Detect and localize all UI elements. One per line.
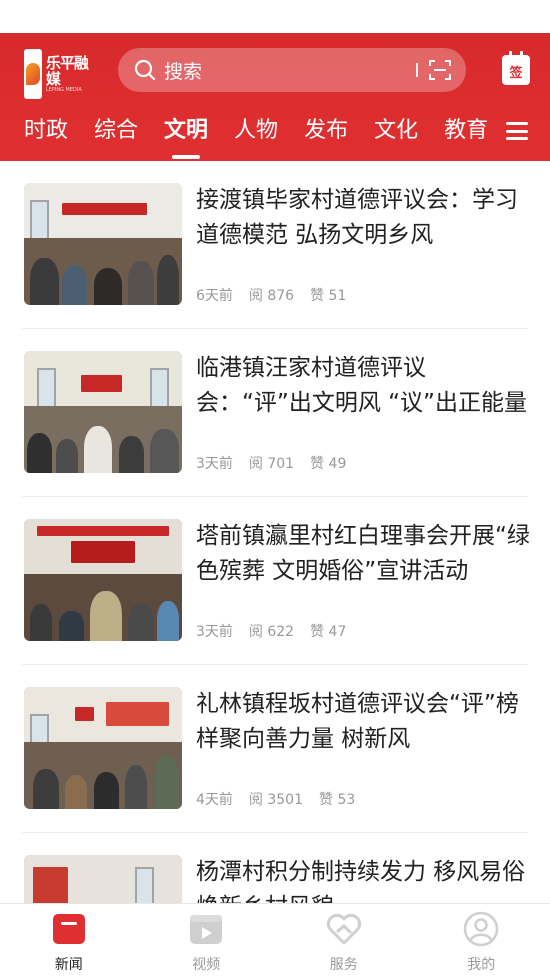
- tab-fabu[interactable]: 发布: [304, 113, 348, 149]
- search-divider: [416, 63, 418, 77]
- article-thumbnail: [24, 687, 182, 809]
- article-thumbnail: [24, 183, 182, 305]
- article-reads: 阅 3501: [248, 792, 304, 808]
- search-icon: [134, 59, 156, 81]
- profile-icon: [464, 911, 499, 947]
- article-meta: 4天前 阅 3501 赞 53: [196, 789, 355, 809]
- article-meta: 3天前 阅 701 赞 49: [196, 453, 346, 473]
- search-bar[interactable]: 搜索: [118, 48, 466, 92]
- article-reads: 阅 876: [248, 288, 295, 304]
- article-likes: 赞 47: [310, 624, 347, 640]
- tab-jiaoyu[interactable]: 教育: [444, 113, 488, 149]
- nav-service[interactable]: 服务: [275, 904, 413, 979]
- tab-renwu[interactable]: 人物: [234, 113, 278, 149]
- article-time: 4天前: [196, 792, 233, 808]
- category-tabs: 时政 综合 文明 人物 发布 文化 教育: [0, 113, 550, 159]
- article-meta: 6天前 阅 876 赞 51: [196, 285, 346, 305]
- nav-news[interactable]: 新闻: [0, 904, 138, 979]
- article-title: 接渡镇毕家村道德评议会：学习道德模范 弘扬文明乡风: [196, 187, 518, 248]
- list-item[interactable]: 临港镇汪家村道德评议会：“评”出文明风 “议”出正能量 3天前 阅 701 赞 …: [22, 329, 528, 497]
- list-item[interactable]: 礼林镇程坂村道德评议会“评”榜样聚向善力量 树新风 4天前 阅 3501 赞 5…: [22, 665, 528, 833]
- article-meta: 3天前 阅 622 赞 47: [196, 621, 346, 641]
- article-thumbnail: [24, 351, 182, 473]
- bottom-navigation: 新闻 视频 服务 我的: [0, 903, 550, 979]
- nav-label: 服务: [329, 957, 358, 973]
- scan-icon[interactable]: [428, 58, 452, 82]
- nav-label: 新闻: [54, 957, 83, 973]
- app-header: 乐平融媒 LEPING MEDIA 搜索 签 时政 综合 文明 人物 发布 文化…: [0, 33, 550, 161]
- article-list: 接渡镇毕家村道德评议会：学习道德模范 弘扬文明乡风 6天前 阅 876 赞 51…: [0, 161, 550, 979]
- logo-mark-icon: [24, 49, 42, 99]
- nav-video[interactable]: 视频: [138, 904, 276, 979]
- article-reads: 阅 622: [248, 624, 295, 640]
- article-likes: 赞 49: [310, 456, 347, 472]
- article-thumbnail: [24, 519, 182, 641]
- logo-text: 乐平融媒 LEPING MEDIA: [45, 53, 89, 93]
- tab-zonghe[interactable]: 综合: [94, 113, 138, 149]
- article-time: 3天前: [196, 624, 233, 640]
- nav-label: 视频: [192, 957, 221, 973]
- article-reads: 阅 701: [248, 456, 295, 472]
- nav-profile[interactable]: 我的: [413, 904, 550, 979]
- menu-icon[interactable]: [506, 122, 528, 140]
- tab-shizheng[interactable]: 时政: [24, 113, 68, 149]
- checkin-calendar-icon[interactable]: 签: [502, 51, 530, 85]
- article-title: 临港镇汪家村道德评议会：“评”出文明风 “议”出正能量: [196, 355, 527, 416]
- article-time: 3天前: [196, 456, 233, 472]
- status-bar: [0, 0, 550, 33]
- article-time: 6天前: [196, 288, 233, 304]
- article-title: 礼林镇程坂村道德评议会“评”榜样聚向善力量 树新风: [196, 691, 519, 752]
- list-item[interactable]: 接渡镇毕家村道德评议会：学习道德模范 弘扬文明乡风 6天前 阅 876 赞 51: [22, 161, 528, 329]
- service-heart-icon: [326, 913, 361, 945]
- article-title: 塔前镇瀛里村红白理事会开展“绿色殡葬 文明婚俗”宣讲活动: [196, 523, 530, 584]
- nav-label: 我的: [467, 957, 496, 973]
- search-placeholder: 搜索: [164, 60, 203, 83]
- tab-wenming[interactable]: 文明: [164, 113, 208, 159]
- list-item[interactable]: 塔前镇瀛里村红白理事会开展“绿色殡葬 文明婚俗”宣讲活动 3天前 阅 622 赞…: [22, 497, 530, 665]
- app-logo: 乐平融媒 LEPING MEDIA: [24, 47, 96, 101]
- article-likes: 赞 53: [319, 792, 356, 808]
- article-likes: 赞 51: [310, 288, 347, 304]
- tab-wenhua[interactable]: 文化: [374, 113, 418, 149]
- video-icon: [190, 915, 223, 944]
- news-icon: [52, 914, 85, 944]
